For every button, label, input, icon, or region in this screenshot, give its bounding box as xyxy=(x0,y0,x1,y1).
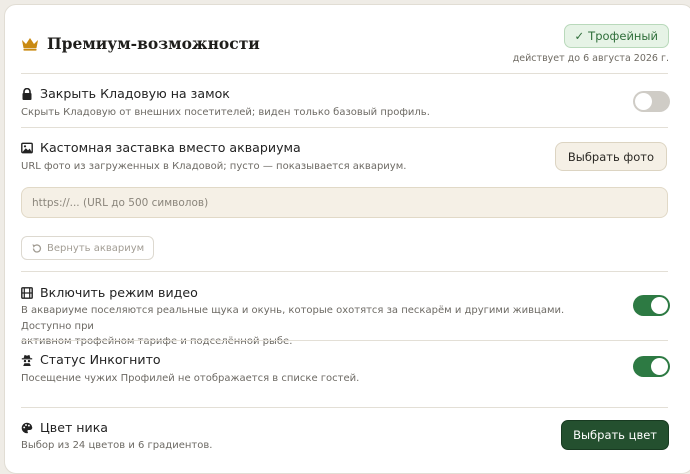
video-description-line2: активном трофейном тарифе и подселённой … xyxy=(21,336,293,347)
nick-color-setting-title: Цвет ника xyxy=(21,420,108,435)
incognito-setting-description: Посещение чужих Профилей не отображается… xyxy=(21,373,360,384)
nick-color-setting-label: Цвет ника xyxy=(40,420,109,435)
toggle-knob xyxy=(651,297,668,314)
section-title: Премиум-возможности xyxy=(21,34,260,53)
splash-url-input[interactable] xyxy=(21,187,668,218)
video-setting-description: В аквариуме поселяются реальные щука и о… xyxy=(21,303,611,350)
lock-setting-description: Скрыть Кладовую от внешних посетителей; … xyxy=(21,107,430,118)
toggle-knob xyxy=(651,358,668,375)
splash-setting-description: URL фото из загруженных в Кладовой; пуст… xyxy=(21,161,407,172)
premium-features-card: Премиум-возможности ✓ Трофейный действуе… xyxy=(4,4,690,474)
restore-aquarium-label: Вернуть аквариум xyxy=(47,242,145,254)
lock-icon xyxy=(22,87,32,100)
crown-icon xyxy=(22,37,38,51)
nick-color-setting-description: Выбор из 24 цветов и 6 градиентов. xyxy=(21,440,213,451)
check-icon: ✓ xyxy=(574,29,585,43)
valid-until-text: действует до 6 августа 2026 г. xyxy=(512,53,669,64)
divider xyxy=(21,73,668,74)
splash-setting-title: Кастомная заставка вместо аквариума xyxy=(21,140,301,155)
undo-icon xyxy=(32,243,42,253)
toggle-knob xyxy=(635,93,652,110)
lock-toggle[interactable] xyxy=(633,91,670,112)
incognito-setting-label: Статус Инкогнито xyxy=(40,352,161,367)
video-setting-title: Включить режим видео xyxy=(21,285,198,300)
lock-setting-label: Закрыть Кладовую на замок xyxy=(40,86,230,101)
choose-photo-button[interactable]: Выбрать фото xyxy=(554,142,667,171)
choose-color-button[interactable]: Выбрать цвет xyxy=(561,420,669,450)
divider xyxy=(21,407,668,408)
restore-aquarium-button[interactable]: Вернуть аквариум xyxy=(21,236,155,260)
incognito-toggle[interactable] xyxy=(633,356,670,377)
divider xyxy=(21,127,668,128)
spy-icon xyxy=(21,354,33,366)
section-title-text: Премиум-возможности xyxy=(47,34,260,53)
palette-icon xyxy=(21,422,33,433)
divider xyxy=(21,340,668,341)
video-mode-toggle[interactable] xyxy=(633,295,670,316)
film-icon xyxy=(21,286,33,299)
video-description-line1: В аквариуме поселяются реальные щука и о… xyxy=(21,305,565,332)
incognito-setting-title: Статус Инкогнито xyxy=(21,352,161,367)
video-setting-label: Включить режим видео xyxy=(40,285,198,300)
divider xyxy=(21,271,668,272)
tariff-badge-label: Трофейный xyxy=(588,29,658,43)
splash-setting-label: Кастомная заставка вместо аквариума xyxy=(40,140,301,155)
lock-setting-title: Закрыть Кладовую на замок xyxy=(21,86,230,101)
image-icon xyxy=(21,142,33,153)
tariff-badge: ✓ Трофейный xyxy=(563,24,669,48)
